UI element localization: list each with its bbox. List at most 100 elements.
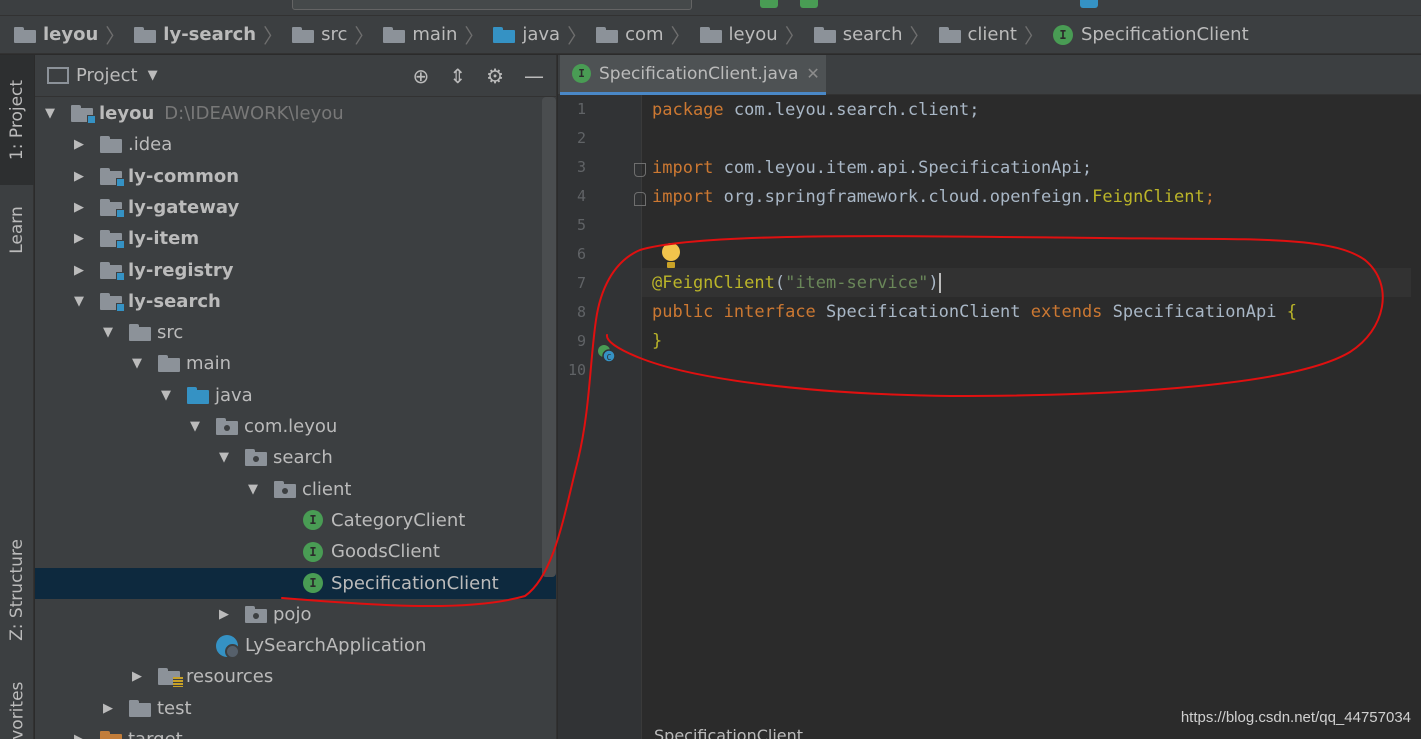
breadcrumb-item[interactable]: leyou 〉 bbox=[699, 20, 814, 49]
chevron-right-icon[interactable]: ▶ bbox=[72, 732, 86, 739]
resources-folder-icon bbox=[158, 668, 183, 688]
chevron-right-icon[interactable]: ▶ bbox=[72, 137, 86, 152]
breadcrumb-label: src bbox=[321, 24, 348, 45]
lightbulb-icon[interactable] bbox=[662, 243, 680, 269]
tree-item[interactable]: ▼ com.leyou bbox=[35, 411, 556, 442]
tree-item[interactable]: LySearchApplication bbox=[35, 630, 556, 661]
build-icon[interactable] bbox=[1080, 0, 1098, 8]
interface-icon: I bbox=[303, 541, 323, 562]
breadcrumb-item[interactable]: main 〉 bbox=[383, 20, 493, 49]
project-tool-tab[interactable]: 1: Project bbox=[0, 55, 34, 185]
locate-icon[interactable]: ⊕ bbox=[413, 64, 430, 88]
tree-item[interactable]: ▶ ly-registry bbox=[35, 255, 556, 286]
tree-item-label: com.leyou bbox=[244, 416, 338, 437]
tree-item-label: pojo bbox=[273, 603, 312, 625]
chevron-down-icon[interactable]: ▼ bbox=[188, 419, 202, 434]
text-cursor bbox=[938, 272, 941, 293]
tab-specification-client[interactable]: I SpecificationClient.java ✕ bbox=[560, 55, 826, 95]
chevron-right-icon[interactable]: ▶ bbox=[72, 263, 86, 278]
tree-item[interactable]: ▶ test bbox=[35, 693, 556, 724]
chevron-right-icon[interactable]: ▶ bbox=[72, 231, 86, 246]
close-icon[interactable]: ✕ bbox=[806, 64, 819, 83]
tree-item[interactable]: ▼ main bbox=[35, 348, 556, 379]
breadcrumb-separator-icon: 〉 bbox=[354, 24, 375, 48]
chevron-right-icon[interactable]: ▶ bbox=[101, 701, 115, 716]
tree-item-label: ly-item bbox=[128, 228, 200, 250]
tree-item[interactable]: ▼ java bbox=[35, 380, 556, 411]
tree-item[interactable]: ▼ search bbox=[35, 442, 556, 473]
tree-item[interactable]: ▶ ly-item bbox=[35, 223, 556, 254]
hide-icon[interactable]: — bbox=[524, 64, 544, 88]
project-scrollbar[interactable] bbox=[542, 97, 556, 577]
chevron-right-icon[interactable]: ▶ bbox=[72, 200, 86, 215]
chevron-down-icon[interactable]: ▼ bbox=[130, 356, 144, 371]
folder-icon bbox=[100, 136, 122, 154]
breadcrumb-label: com bbox=[625, 24, 664, 45]
structure-tool-tab[interactable]: Z: Structure bbox=[0, 525, 34, 655]
editor-tabs: I SpecificationClient.java ✕ bbox=[558, 55, 1421, 95]
favorites-tool-tab[interactable]: Favorites bbox=[0, 670, 34, 739]
tree-item[interactable]: ▼ client bbox=[35, 474, 556, 505]
tree-item-label: SpecificationClient bbox=[331, 572, 499, 594]
tree-item[interactable]: ▶ ly-gateway bbox=[35, 192, 556, 223]
tree-item[interactable]: ▶ pojo bbox=[35, 599, 556, 630]
collapse-all-icon[interactable]: ⇕ bbox=[449, 64, 466, 88]
breadcrumb-item[interactable]: I SpecificationClient bbox=[1052, 24, 1249, 45]
svg-text:C: C bbox=[607, 353, 612, 362]
line-number: 1 bbox=[576, 100, 586, 118]
breadcrumb-item[interactable]: java 〉 bbox=[493, 20, 596, 49]
chevron-right-icon[interactable]: ▶ bbox=[130, 669, 144, 684]
chevron-down-icon[interactable]: ▼ bbox=[246, 482, 260, 497]
tree-item-label: main bbox=[186, 353, 231, 375]
breadcrumb-item[interactable]: search 〉 bbox=[813, 20, 939, 49]
breadcrumb-label: leyou bbox=[43, 24, 99, 45]
chevron-right-icon[interactable]: ▶ bbox=[217, 607, 231, 622]
chevron-down-icon[interactable]: ▼ bbox=[217, 450, 231, 465]
chevron-down-icon[interactable]: ▼ bbox=[159, 388, 173, 403]
code-area[interactable]: package com.leyou.search.client; import … bbox=[642, 95, 1421, 739]
source-folder-icon bbox=[493, 26, 516, 43]
gear-icon[interactable]: ⚙ bbox=[486, 64, 504, 88]
tree-item[interactable]: ▼ src bbox=[35, 317, 556, 348]
breadcrumb-item[interactable]: leyou 〉 bbox=[14, 20, 134, 49]
breadcrumb-item[interactable]: src 〉 bbox=[292, 20, 383, 49]
implementation-gutter-icon[interactable]: C bbox=[596, 343, 616, 363]
module-folder-icon bbox=[71, 105, 96, 124]
run-icon[interactable] bbox=[760, 0, 778, 8]
spring-class-icon bbox=[216, 634, 240, 659]
chevron-down-icon[interactable]: ▼ bbox=[43, 106, 57, 121]
package-icon bbox=[813, 26, 836, 43]
tree-item[interactable]: ▶ resources bbox=[35, 661, 556, 692]
breadcrumb-separator-icon: 〉 bbox=[670, 24, 691, 48]
tree-item[interactable]: I SpecificationClient bbox=[35, 567, 556, 599]
project-panel-title: Project bbox=[76, 65, 138, 86]
editor-bottom-breadcrumb[interactable]: SpecificationClient bbox=[654, 726, 803, 739]
package-icon bbox=[245, 605, 267, 623]
learn-tool-tab[interactable]: Learn bbox=[0, 190, 34, 270]
tree-item[interactable]: ▼ ly-search bbox=[35, 286, 556, 317]
breadcrumb-item[interactable]: com 〉 bbox=[596, 20, 699, 49]
breadcrumb-item[interactable]: ly-search 〉 bbox=[134, 20, 292, 49]
tree-item[interactable]: I CategoryClient bbox=[35, 505, 556, 536]
folder-icon bbox=[129, 699, 151, 717]
tree-item[interactable]: I GoodsClient bbox=[35, 536, 556, 567]
tree-item[interactable]: ▼ leyou D:\IDEAWORK\leyou bbox=[35, 98, 556, 129]
chevron-down-icon[interactable]: ▼ bbox=[148, 68, 158, 83]
chevron-down-icon[interactable]: ▼ bbox=[101, 325, 115, 340]
code-line-4: import org.springframework.cloud.openfei… bbox=[652, 186, 1215, 207]
tree-item[interactable]: ▶ ly-common bbox=[35, 161, 556, 192]
tree-item[interactable]: ▶ target bbox=[35, 724, 556, 739]
fold-marker-icon[interactable] bbox=[634, 163, 646, 177]
tree-item[interactable]: ▶ .idea bbox=[35, 129, 556, 160]
chevron-down-icon[interactable]: ▼ bbox=[72, 294, 86, 309]
tree-item-label: CategoryClient bbox=[331, 509, 466, 531]
line-number: 4 bbox=[576, 187, 586, 205]
debug-icon[interactable] bbox=[800, 0, 818, 8]
module-folder-icon bbox=[100, 230, 125, 250]
fold-marker-icon[interactable] bbox=[634, 192, 646, 206]
breadcrumb-separator-icon: 〉 bbox=[105, 24, 126, 48]
breadcrumb-item[interactable]: client 〉 bbox=[938, 20, 1053, 49]
tree-item-label: ly-gateway bbox=[128, 196, 240, 218]
chevron-right-icon[interactable]: ▶ bbox=[72, 169, 86, 184]
run-config-field[interactable] bbox=[292, 0, 692, 10]
